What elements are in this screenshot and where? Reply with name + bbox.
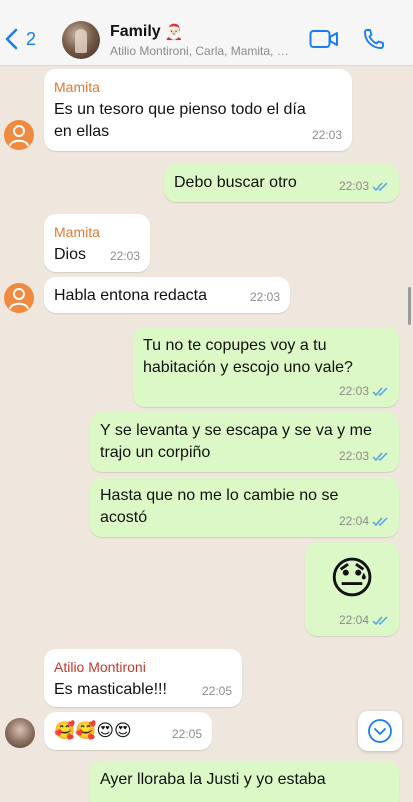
- message-time: 22:03: [338, 449, 369, 463]
- sender-avatar[interactable]: [4, 283, 34, 313]
- message-bubble-incoming[interactable]: Mamita Es un tesoro que pienso todo el d…: [44, 69, 352, 151]
- chat-title[interactable]: Family: [110, 23, 161, 41]
- message-bubble-outgoing[interactable]: Tu no te copupes voy a tu habitación y e…: [133, 327, 399, 407]
- scroll-to-bottom-button[interactable]: [358, 711, 402, 751]
- unread-count: 2: [26, 28, 37, 49]
- chat-title-row[interactable]: Family 🎅🏻: [110, 23, 183, 41]
- message-time: 22:03: [338, 179, 369, 193]
- sender-name: Mamita: [54, 79, 100, 95]
- sender-avatar-photo[interactable]: [5, 718, 35, 748]
- message-bubble-incoming[interactable]: 🥰🥰😍😍 22:05: [44, 712, 212, 750]
- message-time: 22:03: [249, 290, 280, 304]
- person-icon: [9, 288, 29, 310]
- sender-name: Atilio Montironi: [54, 659, 146, 675]
- video-camera-icon[interactable]: [309, 29, 339, 49]
- title-emoji: 🎅🏻: [164, 24, 184, 41]
- participants-subtitle[interactable]: Atilio Montironi, Carla, Mamita, …: [110, 44, 300, 58]
- message-bubble-incoming[interactable]: Habla entona redacta 22:03: [44, 277, 290, 313]
- message-bubble-outgoing[interactable]: Hasta que no me lo cambie no se acostó 2…: [90, 477, 399, 537]
- sender-name: Mamita: [54, 224, 100, 240]
- group-avatar[interactable]: [62, 21, 100, 59]
- chevron-left-icon: [5, 28, 18, 50]
- read-receipt-icon: [372, 181, 388, 191]
- message-bubble-outgoing[interactable]: Ayer lloraba la Justi y yo estaba: [90, 761, 399, 802]
- scrollbar-thumb[interactable]: [408, 287, 411, 325]
- read-receipt-icon: [372, 451, 388, 461]
- message-time: 22:04: [338, 514, 369, 528]
- message-text: Ayer lloraba la Justi y yo estaba: [100, 771, 326, 788]
- chat-header: 2 Family 🎅🏻 Atilio Montironi, Carla, Mam…: [0, 0, 413, 66]
- message-time: 22:05: [171, 727, 202, 741]
- message-bubble-outgoing[interactable]: Y se levanta y se escapa y se va y me tr…: [90, 412, 399, 472]
- read-receipt-icon: [372, 386, 388, 396]
- message-time: 22:03: [338, 384, 369, 398]
- message-bubble-outgoing[interactable]: Debo buscar otro 22:03: [164, 164, 399, 202]
- message-bubble-incoming[interactable]: Atilio Montironi Es masticable!!! 22:05: [44, 649, 242, 707]
- phone-icon[interactable]: [362, 27, 386, 51]
- emoji-message: 😓: [329, 554, 375, 603]
- message-bubble-outgoing[interactable]: 😓 22:04: [305, 542, 399, 636]
- message-text: Habla entona redacta: [54, 287, 207, 304]
- person-icon: [9, 125, 29, 147]
- chevron-down-icon: [368, 719, 392, 743]
- message-time: 22:03: [109, 249, 140, 263]
- read-receipt-icon: [372, 516, 388, 526]
- message-time: 22:05: [201, 684, 232, 698]
- back-button[interactable]: 2: [4, 28, 36, 50]
- message-time: 22:04: [338, 613, 369, 627]
- message-text: Tu no te copupes voy a tu habitación y e…: [143, 337, 353, 376]
- sender-avatar[interactable]: [4, 120, 34, 150]
- message-bubble-incoming[interactable]: Mamita Dios 22:03: [44, 214, 150, 272]
- read-receipt-icon: [372, 615, 388, 625]
- message-time: 22:03: [311, 128, 342, 142]
- message-text: Es un tesoro que pienso todo el día en e…: [54, 101, 306, 140]
